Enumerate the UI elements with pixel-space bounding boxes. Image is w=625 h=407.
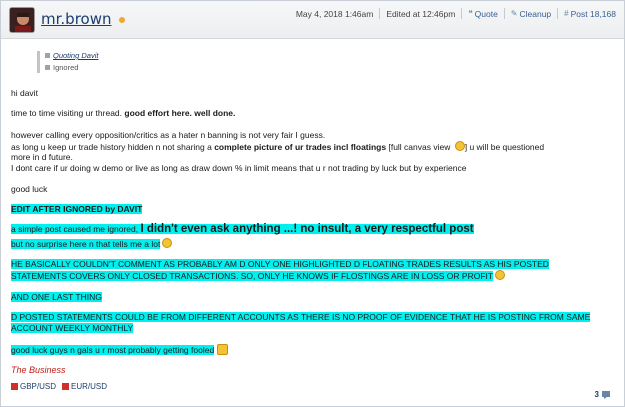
text-line: time to time visiting ur thread. good ef…: [11, 108, 235, 118]
text-line: AND ONE LAST THING: [11, 292, 102, 302]
text-line: HE BASICALLY COULDN'T COMMENT AS PROBABL…: [11, 259, 549, 269]
highlighted-heading: EDIT AFTER IGNORED by DAVIT: [11, 204, 143, 214]
flag-icon: [62, 383, 70, 390]
pair-label: GBP/USD: [20, 382, 57, 391]
text-line: a simple post caused me ignored, I didn'…: [11, 223, 474, 235]
divider: [461, 8, 463, 19]
reply-count-value: 3: [594, 390, 599, 399]
quote-button[interactable]: ❝ Quote: [468, 9, 497, 19]
text-line: ACCOUNT WEEKLY MONTHLY: [11, 323, 134, 333]
username-link[interactable]: mr.brown: [41, 10, 111, 28]
avatar[interactable]: [9, 7, 35, 33]
post-header: mr.brown May 4, 2018 1:46am Edited at 12…: [1, 1, 624, 39]
avatar-image: [10, 8, 34, 32]
post-number-label: Post 18,168: [570, 8, 616, 19]
wink-emoji-icon: [454, 141, 465, 151]
online-status-icon: [119, 17, 125, 23]
highlighted-text: D POSTED STATEMENTS COULD BE FROM DIFFER…: [11, 312, 591, 322]
reply-icon: [602, 390, 610, 399]
highlighted-text: STATEMENTS COVERS ONLY CLOSED TRANSACTIO…: [11, 271, 494, 281]
cleanup-label: Cleanup: [519, 8, 552, 19]
text-span: as long u keep ur trade history hidden n…: [11, 142, 215, 152]
bold-text: good effort here. well done.: [124, 108, 236, 118]
currency-pairs: GBP/USD EUR/USD: [11, 382, 107, 391]
edited-time: Edited at 12:46pm: [386, 8, 456, 19]
highlighted-text: HE BASICALLY COULDN'T COMMENT AS PROBABL…: [11, 259, 549, 269]
text-line: D POSTED STATEMENTS COULD BE FROM DIFFER…: [11, 312, 591, 322]
post-number-link[interactable]: # Post 18,168: [564, 9, 616, 19]
text-line: EDIT AFTER IGNORED by DAVIT: [11, 204, 143, 214]
text-line: however calling every opposition/critics…: [11, 130, 326, 140]
cleanup-icon: ✎: [510, 9, 518, 18]
cleanup-button[interactable]: ✎ Cleanup: [511, 9, 551, 19]
quote-block: Quoting Davit Ignored: [37, 51, 98, 73]
text-line: good luck guys n gals u r most probably …: [11, 344, 229, 355]
grin-emoji-icon: [162, 238, 173, 248]
text-span: a simple post caused me ignored,: [11, 224, 141, 234]
divider: [379, 8, 381, 19]
reply-count[interactable]: 3: [595, 390, 610, 399]
quote-label: Quote: [474, 8, 498, 19]
text-line: I dont care if ur doing w demo or live a…: [11, 163, 467, 173]
currency-pair-link[interactable]: EUR/USD: [62, 382, 107, 391]
text-line: as long u keep ur trade history hidden n…: [11, 141, 544, 152]
quote-icon: ❝: [468, 9, 473, 18]
hash-icon: #: [564, 9, 569, 18]
wink-emoji-icon: [495, 270, 506, 280]
divider: [503, 8, 505, 19]
text-line: more in d future.: [11, 152, 73, 162]
ignored-notice: Ignored: [45, 63, 98, 72]
highlighted-text: but no surprise here n that tells me a l…: [11, 239, 161, 249]
ignored-icon: [45, 65, 50, 70]
quote-icon: [45, 53, 50, 58]
text-span: [full canvas view: [386, 142, 453, 152]
highlighted-text: a simple post caused me ignored, I didn'…: [11, 223, 474, 235]
quote-author: Quoting Davit: [53, 51, 99, 60]
forum-post: mr.brown May 4, 2018 1:46am Edited at 12…: [0, 0, 625, 407]
text-line: good luck: [11, 184, 48, 194]
bold-text: complete picture of ur trades incl float…: [214, 142, 387, 152]
text-line: STATEMENTS COVERS ONLY CLOSED TRANSACTIO…: [11, 270, 506, 281]
thumbs-up-icon: [217, 344, 229, 355]
highlighted-text: good luck guys n gals u r most probably …: [11, 345, 215, 355]
text-line: but no surprise here n that tells me a l…: [11, 238, 173, 249]
highlighted-text: AND ONE LAST THING: [11, 292, 102, 302]
text-span: ] u will be questioned: [464, 142, 545, 152]
quote-author-link[interactable]: Quoting Davit: [45, 51, 98, 60]
large-bold-text: I didn't even ask anything ...! no insul…: [140, 223, 474, 235]
pair-label: EUR/USD: [71, 382, 108, 391]
post-meta: May 4, 2018 1:46am Edited at 12:46pm ❝ Q…: [296, 8, 616, 19]
highlighted-text: ACCOUNT WEEKLY MONTHLY: [11, 323, 134, 333]
text-span: time to time visiting ur thread.: [11, 108, 125, 118]
currency-pair-link[interactable]: GBP/USD: [11, 382, 56, 391]
ignored-label: Ignored: [53, 63, 79, 72]
divider: [557, 8, 559, 19]
text-line: hi davit: [11, 88, 38, 98]
flag-icon: [11, 383, 18, 390]
signature: The Business: [11, 365, 66, 375]
post-date: May 4, 2018 1:46am: [295, 8, 374, 19]
